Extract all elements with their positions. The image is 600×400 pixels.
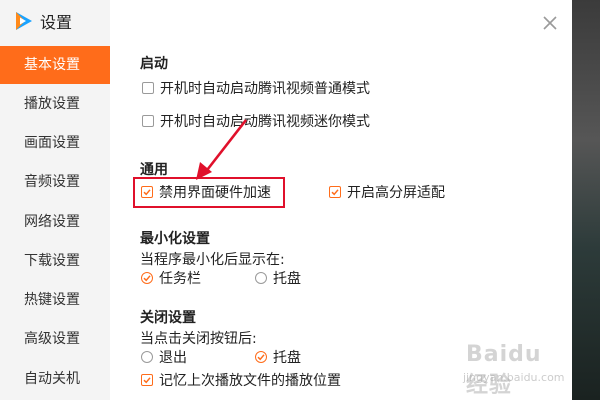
annotation-arrow-icon: [196, 119, 248, 180]
option-label: 托盘: [273, 271, 301, 287]
section-title-startup: 启动: [140, 56, 168, 72]
checkmark-icon: [257, 354, 265, 361]
sidebar-item-network[interactable]: 网络设置: [0, 203, 110, 241]
sidebar-item-download[interactable]: 下载设置: [0, 242, 110, 280]
option-label: 记忆上次播放文件的播放位置: [159, 373, 341, 389]
window-title: 设置: [40, 13, 73, 32]
close-to-tray-radio[interactable]: 托盘: [255, 347, 301, 367]
option-label: 开机时自动启动腾讯视频普通模式: [160, 81, 370, 97]
window-header: 设置: [12, 8, 72, 34]
checkmark-icon: [143, 377, 151, 384]
sidebar-item-picture[interactable]: 画面设置: [0, 124, 110, 162]
sidebar-item-playback[interactable]: 播放设置: [0, 85, 110, 123]
tencent-video-logo-icon: [16, 12, 32, 30]
checkbox-box[interactable]: [142, 115, 154, 127]
sidebar-item-advanced[interactable]: 高级设置: [0, 320, 110, 358]
checkmark-icon: [143, 275, 151, 282]
minimize-to-taskbar-radio[interactable]: 任务栏: [141, 268, 201, 288]
settings-window: 设置 基本设置 播放设置 画面设置 音频设置 网络设置 下载设置 热键设置 高级…: [0, 0, 572, 400]
section-title-close: 关闭设置: [140, 310, 196, 326]
close-exit-radio[interactable]: 退出: [141, 347, 187, 367]
section-title-minimize: 最小化设置: [140, 231, 210, 247]
sidebar-item-auto-shutdown[interactable]: 自动关机: [0, 360, 110, 398]
radio-circle[interactable]: [141, 272, 153, 284]
remember-playback-position-checkbox[interactable]: 记忆上次播放文件的播放位置: [141, 370, 341, 390]
radio-circle[interactable]: [255, 272, 267, 284]
option-label: 托盘: [273, 350, 301, 366]
sidebar-item-hotkeys[interactable]: 热键设置: [0, 281, 110, 319]
radio-circle[interactable]: [255, 351, 267, 363]
option-label: 任务栏: [159, 271, 201, 287]
sidebar-item-basic[interactable]: 基本设置: [0, 46, 110, 84]
option-label: 退出: [159, 350, 187, 366]
checkmark-icon: [331, 189, 339, 196]
close-icon: [543, 16, 557, 30]
checkbox-box[interactable]: [141, 374, 153, 386]
close-button[interactable]: [538, 11, 562, 35]
section-title-general: 通用: [140, 162, 168, 178]
background-video-strip: [572, 0, 600, 400]
option-label: 开启高分屏适配: [347, 185, 445, 201]
radio-circle[interactable]: [141, 351, 153, 363]
settings-sidebar: 设置 基本设置 播放设置 画面设置 音频设置 网络设置 下载设置 热键设置 高级…: [0, 0, 110, 400]
close-prompt: 当点击关闭按钮后:: [140, 331, 257, 347]
watermark-url: jingyan.baidu.com: [463, 371, 565, 384]
minimize-prompt: 当程序最小化后显示在:: [140, 252, 285, 268]
startup-normal-mode-checkbox[interactable]: 开机时自动启动腾讯视频普通模式: [142, 78, 370, 98]
checkbox-box[interactable]: [329, 186, 341, 198]
minimize-to-tray-radio[interactable]: 托盘: [255, 268, 301, 288]
checkbox-box[interactable]: [142, 82, 154, 94]
high-dpi-adaptation-checkbox[interactable]: 开启高分屏适配: [329, 182, 445, 202]
sidebar-item-audio[interactable]: 音频设置: [0, 163, 110, 201]
startup-mini-mode-checkbox[interactable]: 开机时自动启动腾讯视频迷你模式: [142, 111, 370, 131]
